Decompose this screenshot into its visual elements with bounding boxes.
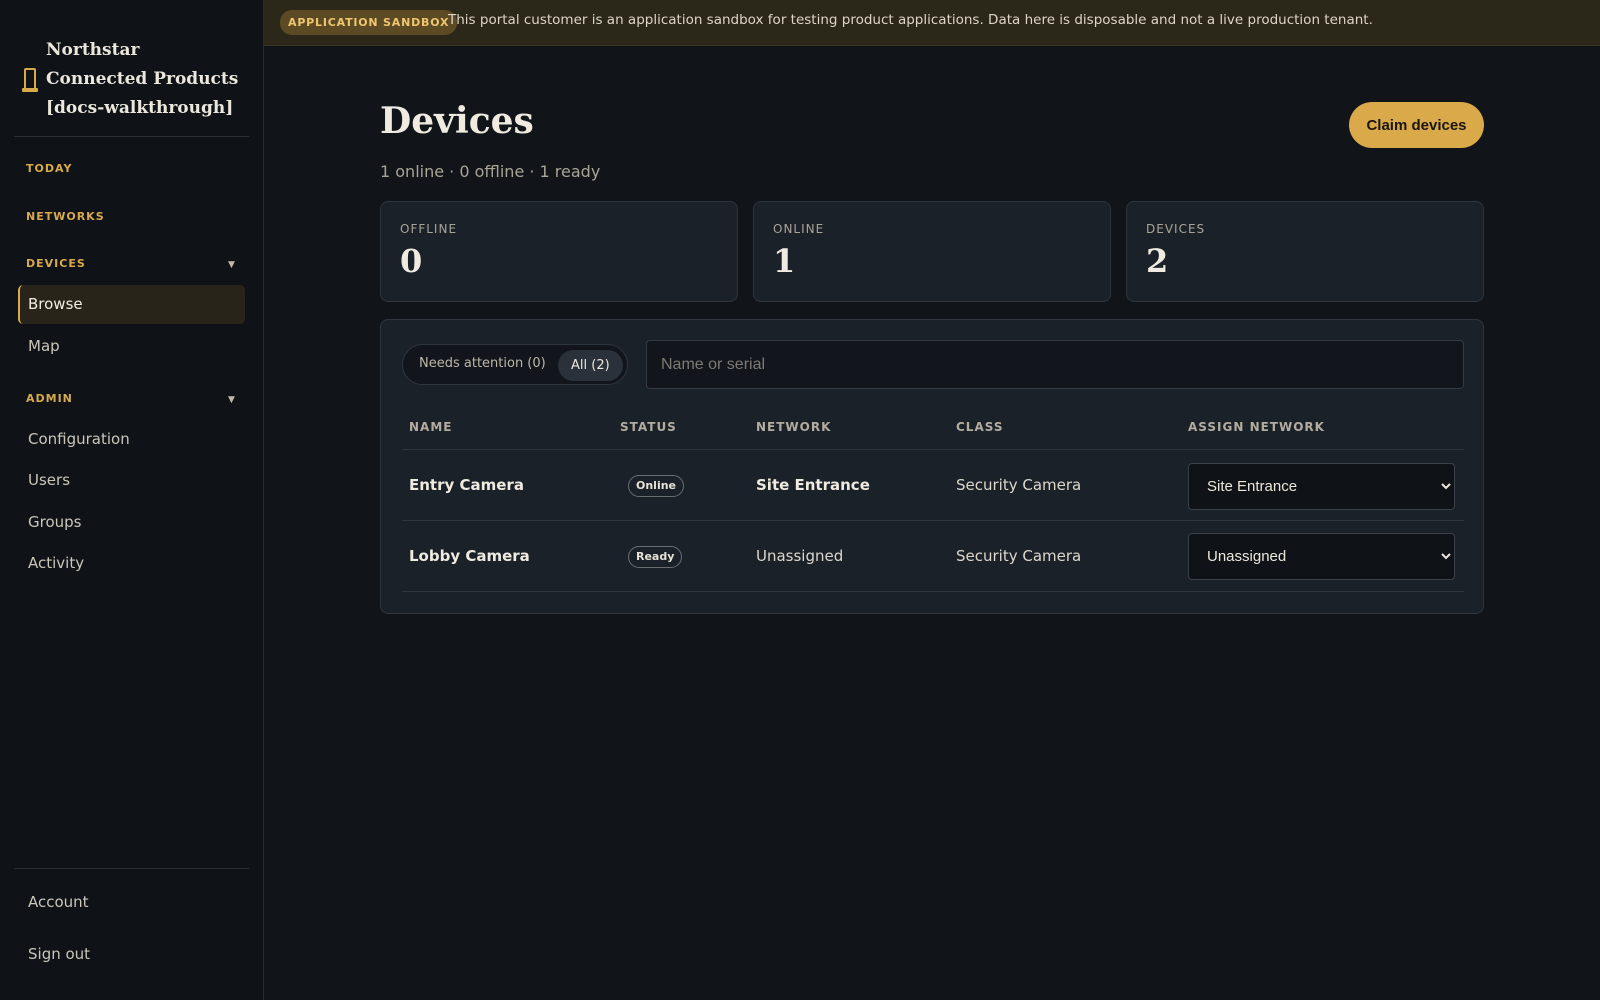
sandbox-badge: APPLICATION SANDBOX xyxy=(280,10,458,35)
stat-label: DEVICES xyxy=(1146,222,1206,236)
chevron-down-icon[interactable]: ▼ xyxy=(228,260,235,270)
assign-network-select[interactable]: Unassigned xyxy=(1188,533,1455,580)
column-header-name[interactable]: NAME xyxy=(409,420,452,434)
sidebar-item-browse[interactable]: Browse xyxy=(18,285,245,324)
column-header-assign-network: ASSIGN NETWORK xyxy=(1188,420,1325,434)
sidebar-item-configuration[interactable]: Configuration xyxy=(28,430,130,448)
table-divider xyxy=(402,591,1464,592)
claim-devices-button[interactable]: Claim devices xyxy=(1349,102,1484,148)
stat-card-online: ONLINE 1 xyxy=(753,201,1111,302)
column-header-status[interactable]: STATUS xyxy=(620,420,677,434)
stat-card-devices: DEVICES 2 xyxy=(1126,201,1484,302)
filter-needs-attention[interactable]: Needs attention (0) xyxy=(419,356,546,371)
stat-value: 1 xyxy=(773,242,796,280)
brand: Northstar Connected Products [docs-walkt… xyxy=(14,0,249,137)
device-class: Security Camera xyxy=(956,547,1082,565)
table-divider xyxy=(402,520,1464,521)
assign-network-select[interactable]: Site Entrance xyxy=(1188,463,1455,510)
nav-today[interactable]: TODAY xyxy=(26,162,72,175)
device-network: Unassigned xyxy=(756,547,844,565)
device-name[interactable]: Lobby Camera xyxy=(409,547,530,565)
stat-value: 0 xyxy=(400,242,423,280)
sidebar-item-label: Browse xyxy=(28,295,83,313)
stat-card-offline: OFFLINE 0 xyxy=(380,201,738,302)
chevron-down-icon[interactable]: ▼ xyxy=(228,395,235,405)
status-badge: Ready xyxy=(628,546,683,568)
device-class: Security Camera xyxy=(956,476,1082,494)
sidebar-item-account[interactable]: Account xyxy=(28,893,89,911)
sidebar-item-map[interactable]: Map xyxy=(28,337,60,355)
sidebar-divider xyxy=(14,868,249,869)
status-badge: Online xyxy=(628,475,685,497)
sign-out-link[interactable]: Sign out xyxy=(28,945,90,963)
table-divider xyxy=(402,449,1464,450)
filter-segmented-control: Needs attention (0) All (2) xyxy=(402,344,628,385)
nav-admin[interactable]: ADMIN xyxy=(26,392,73,405)
sidebar-item-users[interactable]: Users xyxy=(28,471,70,489)
stat-label: OFFLINE xyxy=(400,222,458,236)
nav-networks[interactable]: NETWORKS xyxy=(26,210,105,223)
devices-panel: Needs attention (0) All (2) NAME STATUS … xyxy=(380,319,1484,614)
banner-text: This portal customer is an application s… xyxy=(448,12,1373,28)
brand-title: Northstar Connected Products [docs-walkt… xyxy=(46,40,239,118)
filter-all[interactable]: All (2) xyxy=(558,350,623,381)
sidebar: Northstar Connected Products [docs-walkt… xyxy=(0,0,264,1000)
column-header-class[interactable]: CLASS xyxy=(956,420,1004,434)
sidebar-item-groups[interactable]: Groups xyxy=(28,513,81,531)
sandbox-banner: APPLICATION SANDBOX This portal customer… xyxy=(264,0,1600,46)
page-subtitle: 1 online · 0 offline · 1 ready xyxy=(380,162,601,181)
device-icon xyxy=(22,68,38,92)
nav-devices[interactable]: DEVICES xyxy=(26,257,86,270)
stat-label: ONLINE xyxy=(773,222,825,236)
device-network[interactable]: Site Entrance xyxy=(756,476,870,494)
column-header-network[interactable]: NETWORK xyxy=(756,420,831,434)
sidebar-item-activity[interactable]: Activity xyxy=(28,554,84,572)
page-title: Devices xyxy=(380,100,534,142)
search-input[interactable] xyxy=(646,340,1464,389)
stat-value: 2 xyxy=(1146,242,1169,280)
device-name[interactable]: Entry Camera xyxy=(409,476,524,494)
